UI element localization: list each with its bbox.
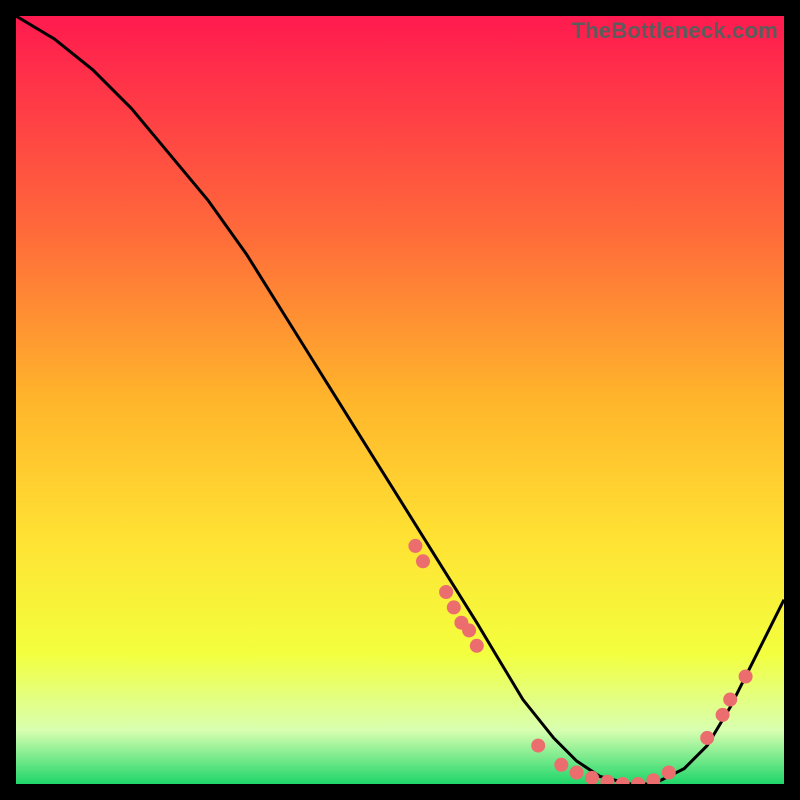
data-marker bbox=[739, 670, 753, 684]
data-marker bbox=[716, 708, 730, 722]
data-marker bbox=[462, 623, 476, 637]
chart-svg bbox=[16, 16, 784, 784]
data-marker bbox=[662, 766, 676, 780]
gradient-background bbox=[16, 16, 784, 784]
data-marker bbox=[416, 554, 430, 568]
data-marker bbox=[570, 766, 584, 780]
data-marker bbox=[700, 731, 714, 745]
data-marker bbox=[470, 639, 484, 653]
chart-frame: TheBottleneck.com bbox=[16, 16, 784, 784]
data-marker bbox=[408, 539, 422, 553]
data-marker bbox=[447, 600, 461, 614]
data-marker bbox=[554, 758, 568, 772]
data-marker bbox=[531, 739, 545, 753]
data-marker bbox=[723, 693, 737, 707]
data-marker bbox=[439, 585, 453, 599]
watermark-text: TheBottleneck.com bbox=[572, 18, 778, 44]
